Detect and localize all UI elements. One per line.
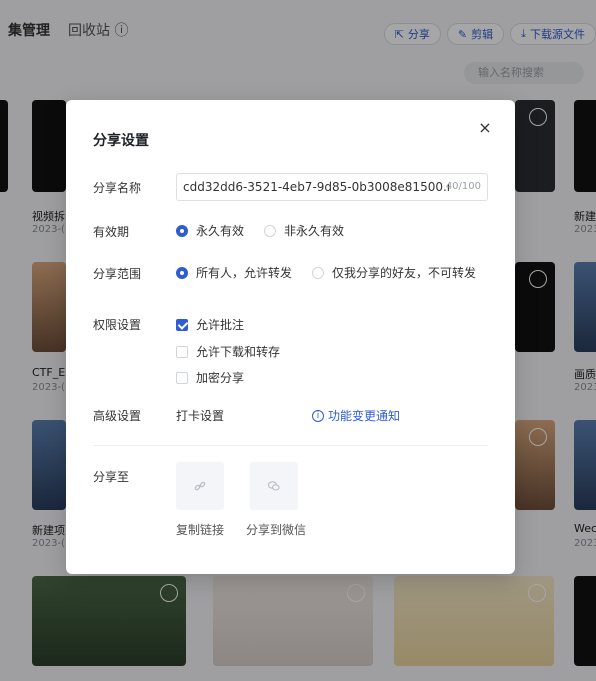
share-name-input[interactable]: cdd32dd6-3521-4eb7-9d85-0b3008e81500.mp4… [176, 173, 488, 201]
checkbox-checked-icon [176, 318, 188, 331]
notice-label: 功能变更通知 [328, 409, 401, 423]
validity-radio-group: 永久有效 非永久有效 [176, 222, 364, 239]
checkbox-allow-download[interactable]: 允许下载和转存 [176, 343, 280, 360]
share-wechat-button[interactable] [250, 462, 298, 510]
radio-selected-icon [176, 266, 188, 279]
permission-label: 权限设置 [93, 318, 142, 332]
copy-link-label[interactable]: 复制链接 [176, 521, 224, 538]
radio-non-permanent[interactable]: 非永久有效 [264, 222, 344, 239]
info-icon: i [312, 409, 324, 422]
checkbox-unchecked-icon [176, 345, 188, 358]
scope-radio-group: 所有人，允许转发 仅我分享的好友，不可转发 [176, 264, 496, 281]
advanced-label: 高级设置 [93, 409, 142, 423]
copy-link-button[interactable] [176, 462, 224, 510]
radio-label: 永久有效 [196, 224, 245, 238]
dialog-title: 分享设置 [93, 133, 149, 149]
wechat-icon [267, 481, 280, 491]
scope-label: 分享范围 [93, 267, 142, 281]
checkbox-label: 允许批注 [196, 318, 245, 332]
close-icon[interactable]: × [477, 120, 493, 136]
radio-unselected-icon [264, 224, 277, 237]
divider [93, 445, 488, 446]
radio-label: 所有人，允许转发 [196, 266, 293, 280]
checkbox-label: 加密分享 [196, 371, 245, 385]
radio-label: 非永久有效 [284, 224, 345, 238]
radio-label: 仅我分享的好友，不可转发 [332, 266, 477, 280]
checkbox-label: 允许下载和转存 [196, 345, 281, 359]
checkbox-allow-annotation[interactable]: 允许批注 [176, 316, 244, 333]
share-to-label: 分享至 [93, 470, 130, 484]
share-settings-dialog: 分享设置 × 分享名称 cdd32dd6-3521-4eb7-9d85-0b30… [66, 100, 515, 574]
char-count: 40/100 [445, 181, 481, 192]
checkin-settings-link[interactable]: 打卡设置 [176, 407, 224, 424]
checkbox-unchecked-icon [176, 371, 188, 384]
share-name-value: cdd32dd6-3521-4eb7-9d85-0b3008e81500.mp4 [183, 180, 449, 194]
radio-unselected-icon [312, 266, 325, 279]
link-icon [194, 481, 206, 491]
feature-change-notice-link[interactable]: i 功能变更通知 [312, 407, 400, 424]
radio-friends-only[interactable]: 仅我分享的好友，不可转发 [312, 264, 476, 281]
validity-label: 有效期 [93, 225, 130, 239]
checkbox-encrypted-share[interactable]: 加密分享 [176, 369, 244, 386]
share-name-label: 分享名称 [93, 181, 142, 195]
radio-selected-icon [176, 224, 188, 237]
wechat-share-label[interactable]: 分享到微信 [246, 521, 306, 538]
radio-everyone[interactable]: 所有人，允许转发 [176, 264, 292, 281]
radio-permanent[interactable]: 永久有效 [176, 222, 244, 239]
